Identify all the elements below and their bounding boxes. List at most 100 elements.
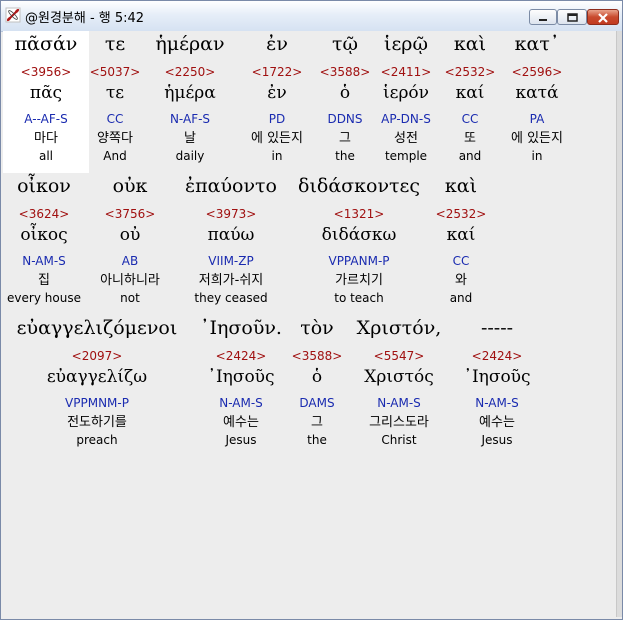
strongs-number: <3624> (18, 207, 70, 221)
word-cell[interactable]: διδάσκοντες <1321> διδάσκω VPPANM-P 가르치기… (289, 173, 429, 315)
korean-gloss: 저희가-쉬지 (198, 273, 264, 288)
korean-gloss: 예수는 (223, 415, 259, 430)
korean-gloss: 전도하기를 (67, 415, 127, 430)
english-gloss: they ceased (194, 291, 268, 305)
strongs-number: <2596> (511, 65, 563, 79)
english-gloss: and (449, 291, 473, 305)
strongs-number: <2250> (164, 65, 216, 79)
parsing-code: N-AF-S (169, 112, 211, 126)
greek-word: ἡμέραν (155, 33, 225, 55)
english-gloss: Jesus (225, 433, 257, 447)
greek-word: ἱερῷ (384, 33, 428, 55)
strongs-number: <3588> (319, 65, 371, 79)
korean-gloss: 또 (464, 131, 476, 146)
english-gloss: not (120, 291, 140, 305)
greek-word: ἐν (266, 33, 288, 55)
greek-word: καὶ (444, 175, 478, 197)
word-cell[interactable]: ἐπαύοντο <3973> παύω VIIM-ZP 저희가-쉬지 they… (175, 173, 287, 315)
word-cell[interactable]: Χριστόν, <5547> Χριστός N-AM-S 그리스도라 Chr… (345, 315, 453, 457)
parsing-code: N-AM-S (219, 396, 263, 410)
lemma: κατά (515, 83, 559, 103)
lemma: καί (455, 83, 485, 103)
parsing-code: AB (121, 254, 139, 268)
english-gloss: preach (76, 433, 118, 447)
parsing-code: VIIM-ZP (208, 254, 254, 268)
word-cell[interactable]: ----- <2424> ᾽Ιησοῦς N-AM-S 예수는 Jesus (455, 315, 539, 457)
english-gloss: daily (175, 149, 205, 163)
parsing-code: DAMS (299, 396, 335, 410)
korean-gloss: 그 (339, 131, 351, 146)
word-cell[interactable]: εὐαγγελιζόμενοι <2097> εὐαγγελίζω VPPMNM… (3, 315, 191, 457)
close-button[interactable] (587, 9, 619, 25)
english-gloss: and (458, 149, 482, 163)
lemma: ᾽Ιησοῦς (207, 367, 275, 387)
english-gloss: temple (384, 149, 428, 163)
strongs-number: <2424> (471, 349, 523, 363)
window-right-edge (616, 31, 622, 617)
greek-word: κατ᾽ (514, 33, 560, 55)
strongs-number: <1722> (251, 65, 303, 79)
english-gloss: all (38, 149, 54, 163)
strongs-number: <2532> (435, 207, 487, 221)
lemma: ὁ (339, 83, 351, 103)
word-cell[interactable]: καὶ <2532> καί CC 또 and (443, 31, 497, 173)
word-cell[interactable]: τε <5037> τε CC 양쪽다 And (89, 31, 141, 173)
word-cell[interactable]: τῷ <3588> ὁ DDNS 그 the (317, 31, 373, 173)
kayak-paddle-icon[interactable] (5, 7, 21, 23)
window-title: @원경분해 - 행 5:42 (25, 11, 145, 26)
maximize-button[interactable] (557, 9, 587, 25)
korean-gloss: 성전 (394, 131, 418, 146)
parsing-code: CC (461, 112, 479, 126)
strongs-number: <2097> (71, 349, 123, 363)
word-cell[interactable]: οἶκον <3624> οἶκος N-AM-S 집 every house (3, 173, 85, 315)
english-gloss: Christ (381, 433, 417, 447)
greek-word: οἶκον (17, 175, 71, 197)
strongs-number: <3973> (205, 207, 257, 221)
lemma: πᾶς (29, 83, 63, 103)
lemma: διδάσκω (321, 225, 397, 245)
strongs-number: <2424> (215, 349, 267, 363)
english-gloss: the (335, 149, 355, 163)
word-cell[interactable]: πᾶσάν <3956> πᾶς A--AF-S 마다 all (3, 31, 89, 173)
word-cell[interactable]: οὐκ <3756> οὐ AB 아니하니라 not (87, 173, 173, 315)
lemma: εὐαγγελίζω (46, 367, 148, 387)
greek-word: τὸν (300, 317, 334, 339)
lemma: οὐ (119, 225, 141, 245)
greek-word: Χριστόν, (356, 317, 442, 339)
greek-word: ἐπαύοντο (184, 175, 277, 197)
word-cell[interactable]: ἐν <1722> ἐν PD 에 있든지 in (237, 31, 317, 173)
strongs-number: <2532> (444, 65, 496, 79)
korean-gloss: 그리스도라 (369, 415, 429, 430)
greek-word: πᾶσάν (14, 33, 78, 55)
lemma: καί (446, 225, 476, 245)
korean-gloss: 양쪽다 (97, 131, 133, 146)
greek-word: τε (104, 33, 126, 55)
parsing-code: A--AF-S (24, 112, 68, 126)
strongs-number: <5037> (89, 65, 141, 79)
word-cell[interactable]: ἡμέραν <2250> ἡμέρα N-AF-S 날 daily (145, 31, 235, 173)
parsing-code: PD (268, 112, 286, 126)
parsing-code: N-AM-S (22, 254, 66, 268)
greek-word: ᾽Ιησοῦν. (200, 317, 282, 339)
greek-word: τῷ (331, 33, 358, 55)
korean-gloss: 날 (184, 131, 196, 146)
minimize-button[interactable] (529, 9, 557, 25)
word-cell[interactable]: ἱερῷ <2411> ἱερόν AP-DN-S 성전 temple (373, 31, 439, 173)
english-gloss: to teach (334, 291, 384, 305)
word-cell[interactable]: ᾽Ιησοῦν. <2424> ᾽Ιησοῦς N-AM-S 예수는 Jesus (193, 315, 289, 457)
parsing-code: N-AM-S (475, 396, 519, 410)
word-cell[interactable]: κατ᾽ <2596> κατά PA 에 있든지 in (499, 31, 575, 173)
korean-gloss: 에 있든지 (251, 131, 303, 146)
strongs-number: <3956> (20, 65, 72, 79)
english-gloss: in (531, 149, 543, 163)
word-cell[interactable]: καὶ <2532> καί CC 와 and (431, 173, 491, 315)
word-cell[interactable]: τὸν <3588> ὁ DAMS 그 the (291, 315, 343, 457)
lemma: οἶκος (20, 225, 68, 245)
english-gloss: every house (7, 291, 81, 305)
korean-gloss: 마다 (34, 131, 58, 146)
greek-word: ----- (480, 317, 514, 339)
english-gloss: Jesus (481, 433, 513, 447)
minimize-icon (539, 19, 547, 21)
title-bar[interactable]: @원경분해 - 행 5:42 (1, 1, 622, 32)
parsing-code: VPPANM-P (328, 254, 390, 268)
